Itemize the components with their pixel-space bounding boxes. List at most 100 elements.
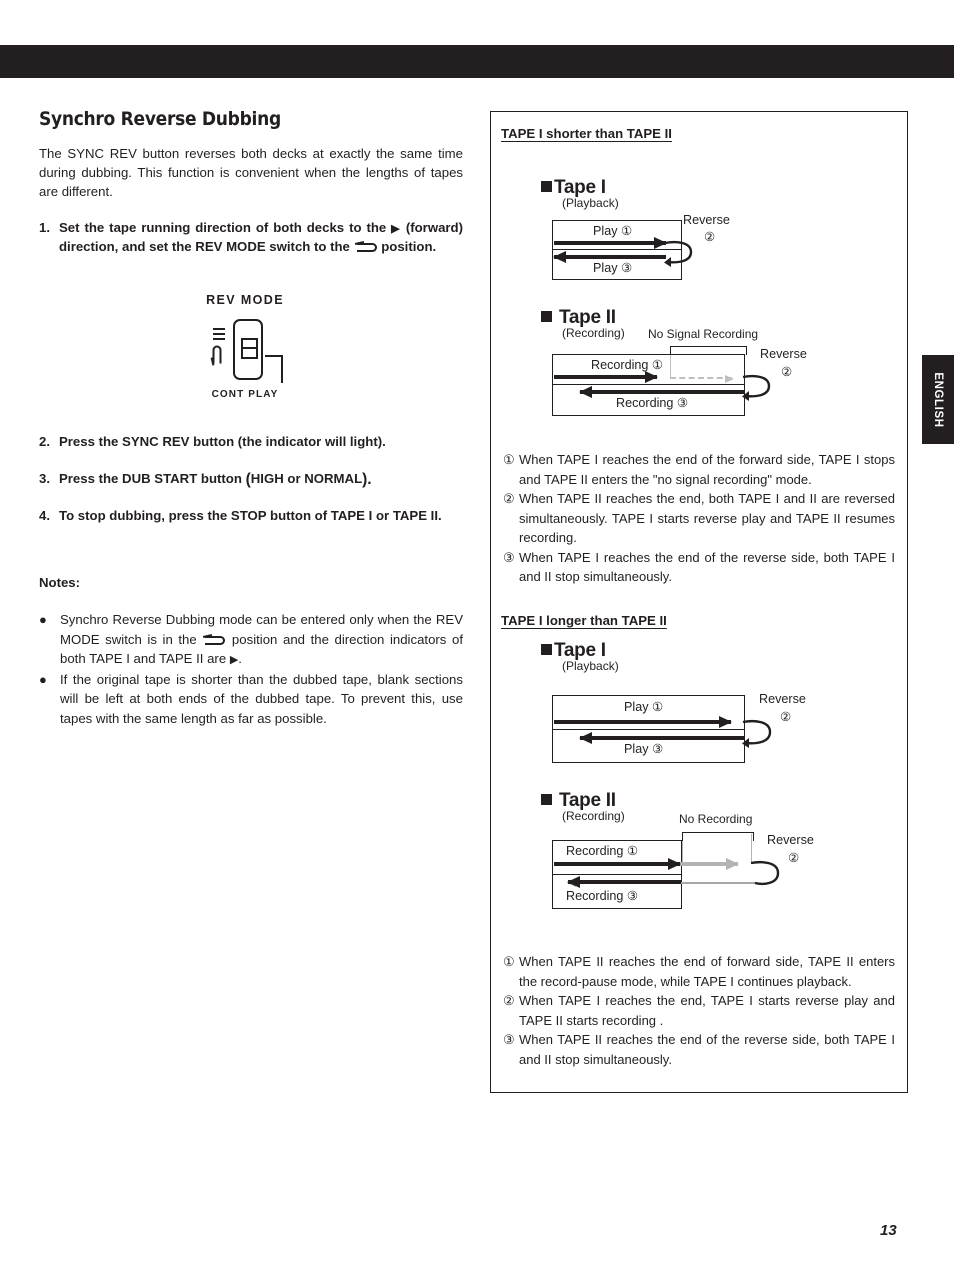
page-title: Synchro Reverse Dubbing <box>39 108 281 130</box>
reverse-uturn-curve <box>664 240 693 267</box>
note-number: ② <box>503 491 515 506</box>
no-signal-recording-label: No Signal Recording <box>648 327 759 341</box>
forward-arrow <box>554 241 666 245</box>
section-b-tape1-diagram: Play ① Play ③ Reverse ② <box>552 690 892 766</box>
forward-arrow-recorded-part <box>554 862 680 866</box>
section-b-tape2-name: Tape II <box>559 790 616 811</box>
rev-mode-loop-icon <box>203 635 226 645</box>
forward-arrow <box>554 375 657 379</box>
forward-triangle-icon: ▶ <box>391 223 401 235</box>
note-text: When TAPE I reaches the end of the forwa… <box>519 452 895 487</box>
no-signal-dashed-arrow <box>670 377 732 379</box>
reverse-arrow <box>580 390 744 394</box>
manual-page: ENGLISH Synchro Reverse Dubbing The SYNC… <box>0 0 954 1272</box>
step-1-text: Set the tape running direction of both d… <box>59 218 463 256</box>
language-tab-label: ENGLISH <box>932 371 944 428</box>
section-a-tape1-name: Tape I <box>554 177 606 198</box>
page-number: 13 <box>880 1222 897 1239</box>
reverse-arrow <box>580 736 744 740</box>
note-number: ① <box>503 452 515 467</box>
step-3-part-a: Press the DUB START button <box>59 471 246 486</box>
square-bullet-icon <box>541 644 552 655</box>
reverse-label: Recording ③ <box>566 889 639 903</box>
note-bullet-icon: ● <box>39 671 47 687</box>
numbered-note: ① When TAPE I reaches the end of the for… <box>503 450 895 489</box>
section-b-tape2-diagram: No Recording Recording ① Recording ③ Rev… <box>552 812 892 912</box>
numbered-note: ② When TAPE I reaches the end, TAPE I st… <box>503 991 895 1030</box>
reverse-title: Reverse <box>759 692 806 706</box>
tape-track-divider <box>553 874 681 875</box>
note-text: When TAPE II reaches the end of the reve… <box>519 1032 895 1067</box>
left-column: Synchro Reverse Dubbing The SYNC REV but… <box>39 108 463 256</box>
intro-paragraph: The SYNC REV button reverses both decks … <box>39 146 463 199</box>
rev-mode-diagram-label: REV MODE <box>206 293 284 307</box>
step-2-number: 2. <box>39 434 50 449</box>
no-recording-label: No Recording <box>679 812 753 826</box>
note-text: When TAPE I reaches the end of the rever… <box>519 549 895 585</box>
reverse-label: Play ③ <box>593 261 633 275</box>
note-2-text: If the original tape is shorter than the… <box>60 671 463 726</box>
note-1-text: Synchro Reverse Dubbing mode can be ente… <box>60 610 463 669</box>
step-3-part-c: HIGH or NORMAL <box>250 471 363 486</box>
note-text: When TAPE I reaches the end, TAPE I star… <box>519 993 895 1028</box>
notes-list: ● Synchro Reverse Dubbing mode can be en… <box>39 610 463 729</box>
reverse-arrow <box>554 255 666 259</box>
numbered-note: ② When TAPE II reaches the end, both TAP… <box>503 489 895 548</box>
section-a-tape1-diagram: Play ① Play ③ Reverse ② <box>552 213 872 283</box>
numbered-note: ① When TAPE II reaches the end of forwar… <box>503 952 895 991</box>
section-b-tape1-name: Tape I <box>554 640 606 661</box>
note-item: ● If the original tape is shorter than t… <box>39 670 463 729</box>
note-number: ② <box>503 993 515 1008</box>
step-3-text: Press the DUB START button (HIGH or NORM… <box>59 469 463 488</box>
step-4: 4. To stop dubbing, press the STOP butto… <box>39 506 463 525</box>
numbered-note: ③ When TAPE I reaches the end of the rev… <box>503 548 895 587</box>
rev-mode-switch-body[interactable] <box>233 319 263 380</box>
forward-label: Play ① <box>624 700 664 714</box>
language-tab-english: ENGLISH <box>922 355 954 444</box>
step-1-part3: position. <box>377 239 437 254</box>
note-bullet-icon: ● <box>39 612 47 627</box>
reverse-step-number: ② <box>780 710 792 724</box>
rev-mode-switch-knob[interactable] <box>241 338 258 359</box>
no-recording-span-bracket <box>682 832 754 841</box>
section-a-notes: ① When TAPE I reaches the end of the for… <box>503 450 895 587</box>
reverse-uturn-curve <box>742 374 771 401</box>
tape-track-divider <box>553 384 744 385</box>
note-text: When TAPE II reaches the end of forward … <box>519 954 895 989</box>
repeat-bars-icon <box>213 326 225 342</box>
note-1-part3: . <box>238 651 242 666</box>
forward-label: Recording ① <box>566 844 639 858</box>
reverse-label: Play ③ <box>624 742 664 756</box>
rev-mode-switch-diagram: REV MODE CONT PLAY <box>170 293 320 400</box>
section-b-title: TAPE I longer than TAPE II <box>501 613 667 628</box>
tape-track-divider <box>553 729 744 730</box>
square-bullet-icon <box>541 794 552 805</box>
step-4-number: 4. <box>39 508 50 523</box>
rev-mode-loop-icon <box>355 243 377 252</box>
loop-position-icon <box>213 346 222 366</box>
forward-label: Play ① <box>593 224 633 238</box>
note-number: ③ <box>503 549 515 565</box>
square-bullet-icon <box>541 181 552 192</box>
section-a-title: TAPE I shorter than TAPE II <box>501 126 672 141</box>
reverse-step-number: ② <box>788 851 800 865</box>
reverse-label: Recording ③ <box>616 396 689 410</box>
reverse-step-number: ② <box>704 230 716 244</box>
step-1: 1. Set the tape running direction of bot… <box>39 218 463 256</box>
reverse-title: Reverse <box>683 213 730 227</box>
square-bullet-icon <box>541 311 552 322</box>
note-item: ● Synchro Reverse Dubbing mode can be en… <box>39 610 463 669</box>
step-1-part1: Set the tape running direction of both d… <box>59 220 392 235</box>
step-3-open-paren: ( <box>245 471 251 488</box>
section-a-tape2-name: Tape II <box>559 307 616 328</box>
section-b-tape1-sub: (Playback) <box>562 659 619 673</box>
notes-heading: Notes: <box>39 575 81 590</box>
step-4-text: To stop dubbing, press the STOP button o… <box>59 508 442 523</box>
note-number: ① <box>503 954 515 969</box>
note-text: When TAPE II reaches the end, both TAPE … <box>519 491 895 545</box>
step-2: 2. Press the SYNC REV button (the indica… <box>39 432 463 451</box>
cont-play-label: CONT PLAY <box>211 389 279 400</box>
no-signal-start-tick <box>670 355 671 379</box>
top-black-banner <box>0 45 954 78</box>
diagram-panel: TAPE I shorter than TAPE II Tape I (Play… <box>490 111 908 1093</box>
